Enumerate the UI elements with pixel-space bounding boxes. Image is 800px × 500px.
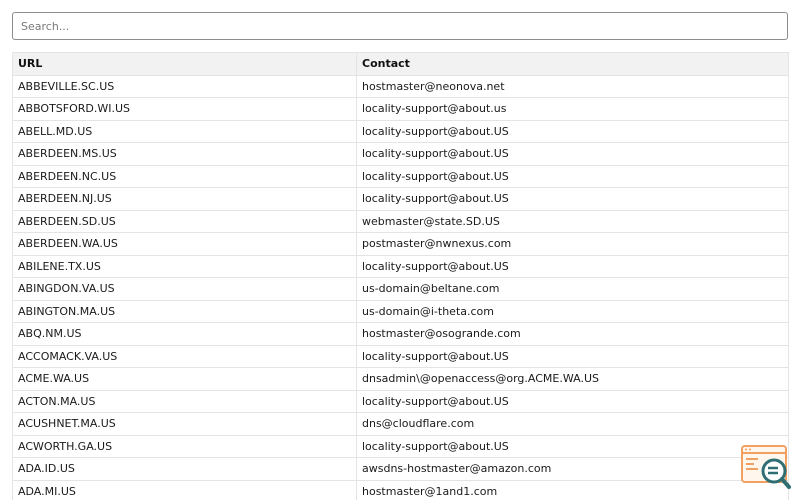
contact-cell: hostmaster@1and1.com (356, 479, 789, 500)
contact-cell: dnsadmin\@openaccess@org.ACME.WA.US (356, 367, 789, 391)
contact-cell: awsdns-hostmaster@amazon.com (356, 457, 789, 481)
contact-cell: locality-support@about.US (356, 142, 789, 166)
contact-cell: hostmaster@osogrande.com (356, 322, 789, 346)
url-cell: ADA.MI.US (12, 479, 357, 500)
table-row: ADA.ID.US awsdns-hostmaster@amazon.com (12, 457, 789, 481)
contact-cell: us-domain@i-theta.com (356, 299, 789, 323)
table-row: ACCOMACK.VA.US locality-support@about.US (12, 344, 789, 368)
url-cell: ABBEVILLE.SC.US (12, 74, 357, 98)
table-row: ABINGTON.MA.US us-domain@i-theta.com (12, 299, 789, 323)
table-row: ACWORTH.GA.US locality-support@about.US (12, 434, 789, 458)
url-cell: ACWORTH.GA.US (12, 434, 357, 458)
url-cell: ACCOMACK.VA.US (12, 344, 357, 368)
table-row: ABERDEEN.WA.US postmaster@nwnexus.com (12, 232, 789, 256)
table-row: ADA.MI.US hostmaster@1and1.com (12, 479, 789, 500)
table-body: ABBEVILLE.SC.US hostmaster@neonova.net AB… (12, 74, 789, 500)
table-row: ABILENE.TX.US locality-support@about.US (12, 254, 789, 278)
url-cell: ABILENE.TX.US (12, 254, 357, 278)
contact-cell: hostmaster@neonova.net (356, 74, 789, 98)
table-row: ABQ.NM.US hostmaster@osogrande.com (12, 322, 789, 346)
url-cell: ABQ.NM.US (12, 322, 357, 346)
contact-cell: locality-support@about.US (356, 187, 789, 211)
column-header-url[interactable]: URL (12, 52, 357, 76)
table-row: ABERDEEN.MS.US locality-support@about.US (12, 142, 789, 166)
table-row: ACTON.MA.US locality-support@about.US (12, 389, 789, 413)
contact-cell: postmaster@nwnexus.com (356, 232, 789, 256)
table-row: ABELL.MD.US locality-support@about.US (12, 119, 789, 143)
contact-cell: locality-support@about.us (356, 97, 789, 121)
table-row: ABERDEEN.NJ.US locality-support@about.US (12, 187, 789, 211)
url-cell: ABELL.MD.US (12, 119, 357, 143)
contact-cell: locality-support@about.US (356, 119, 789, 143)
url-cell: ABERDEEN.NC.US (12, 164, 357, 188)
contact-cell: dns@cloudflare.com (356, 412, 789, 436)
table-row: ACME.WA.US dnsadmin\@openaccess@org.ACME.… (12, 367, 789, 391)
url-cell: ABERDEEN.WA.US (12, 232, 357, 256)
url-cell: ABERDEEN.MS.US (12, 142, 357, 166)
domain-table-container: URL Contact ABBEVILLE.SC.US hostmaster@ne… (12, 52, 789, 500)
url-cell: ACTON.MA.US (12, 389, 357, 413)
column-header-contact[interactable]: Contact (356, 52, 789, 76)
url-cell: ABBOTSFORD.WI.US (12, 97, 357, 121)
table-row: ABERDEEN.NC.US locality-support@about.US (12, 164, 789, 188)
search-magnifier-icon[interactable] (740, 444, 792, 492)
table-header-row: URL Contact (12, 52, 789, 76)
table-row: ABBEVILLE.SC.US hostmaster@neonova.net (12, 74, 789, 98)
search-input[interactable] (12, 12, 788, 40)
contact-cell: webmaster@state.SD.US (356, 209, 789, 233)
table-row: ABERDEEN.SD.US webmaster@state.SD.US (12, 209, 789, 233)
url-cell: ACUSHNET.MA.US (12, 412, 357, 436)
table-row: ABINGDON.VA.US us-domain@beltane.com (12, 277, 789, 301)
contact-cell: us-domain@beltane.com (356, 277, 789, 301)
page: URL Contact ABBEVILLE.SC.UShostmaster@ne… (0, 0, 800, 500)
search-magnifier-icon-graphic (741, 445, 791, 489)
contact-cell: locality-support@about.US (356, 434, 789, 458)
search-bar (12, 12, 788, 40)
contact-cell: locality-support@about.US (356, 344, 789, 368)
contact-cell: locality-support@about.US (356, 254, 789, 278)
url-cell: ABERDEEN.NJ.US (12, 187, 357, 211)
url-cell: ACME.WA.US (12, 367, 357, 391)
url-cell: ABINGTON.MA.US (12, 299, 357, 323)
contact-cell: locality-support@about.US (356, 389, 789, 413)
url-cell: ABERDEEN.SD.US (12, 209, 357, 233)
url-cell: ABINGDON.VA.US (12, 277, 357, 301)
domain-table: URL Contact ABBEVILLE.SC.US hostmaster@ne… (12, 52, 789, 500)
table-row: ABBOTSFORD.WI.US locality-support@about.u… (12, 97, 789, 121)
table-row: ACUSHNET.MA.US dns@cloudflare.com (12, 412, 789, 436)
contact-cell: locality-support@about.US (356, 164, 789, 188)
url-cell: ADA.ID.US (12, 457, 357, 481)
